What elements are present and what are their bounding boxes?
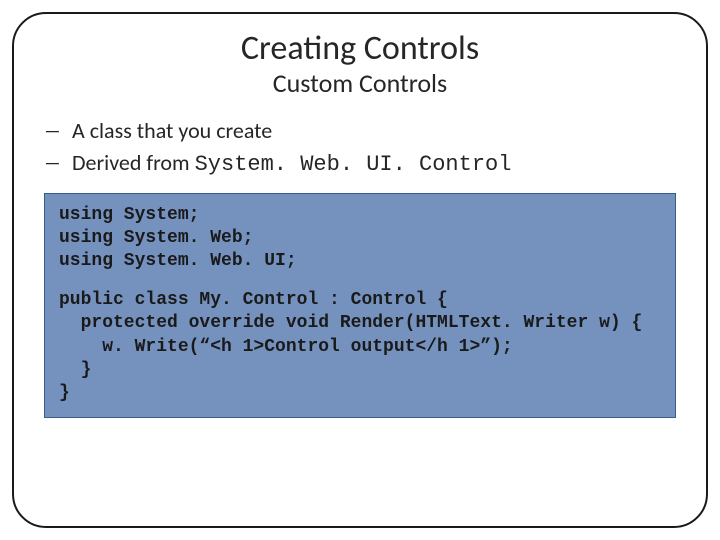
- bullet-code: System. Web. UI. Control: [195, 152, 512, 177]
- slide: Creating Controls Custom Controls ─A cla…: [0, 0, 720, 540]
- bullet-text: Derived from: [72, 149, 195, 176]
- bullet-item: ─Derived from System. Web. UI. Control: [46, 148, 678, 180]
- code-block-class: public class My. Control : Control { pro…: [59, 289, 661, 404]
- code-box: using System; using System. Web; using S…: [44, 193, 676, 417]
- slide-title: Creating Controls: [42, 30, 678, 67]
- bullet-item: ─A class that you create: [46, 116, 678, 146]
- slide-frame: Creating Controls Custom Controls ─A cla…: [12, 12, 708, 528]
- bullet-list: ─A class that you create ─Derived from S…: [46, 116, 678, 179]
- bullet-text: A class that you create: [72, 117, 272, 144]
- bullet-icon: ─: [46, 151, 72, 175]
- code-block-usings: using System; using System. Web; using S…: [59, 204, 661, 273]
- bullet-icon: ─: [46, 119, 72, 143]
- slide-subtitle: Custom Controls: [42, 69, 678, 98]
